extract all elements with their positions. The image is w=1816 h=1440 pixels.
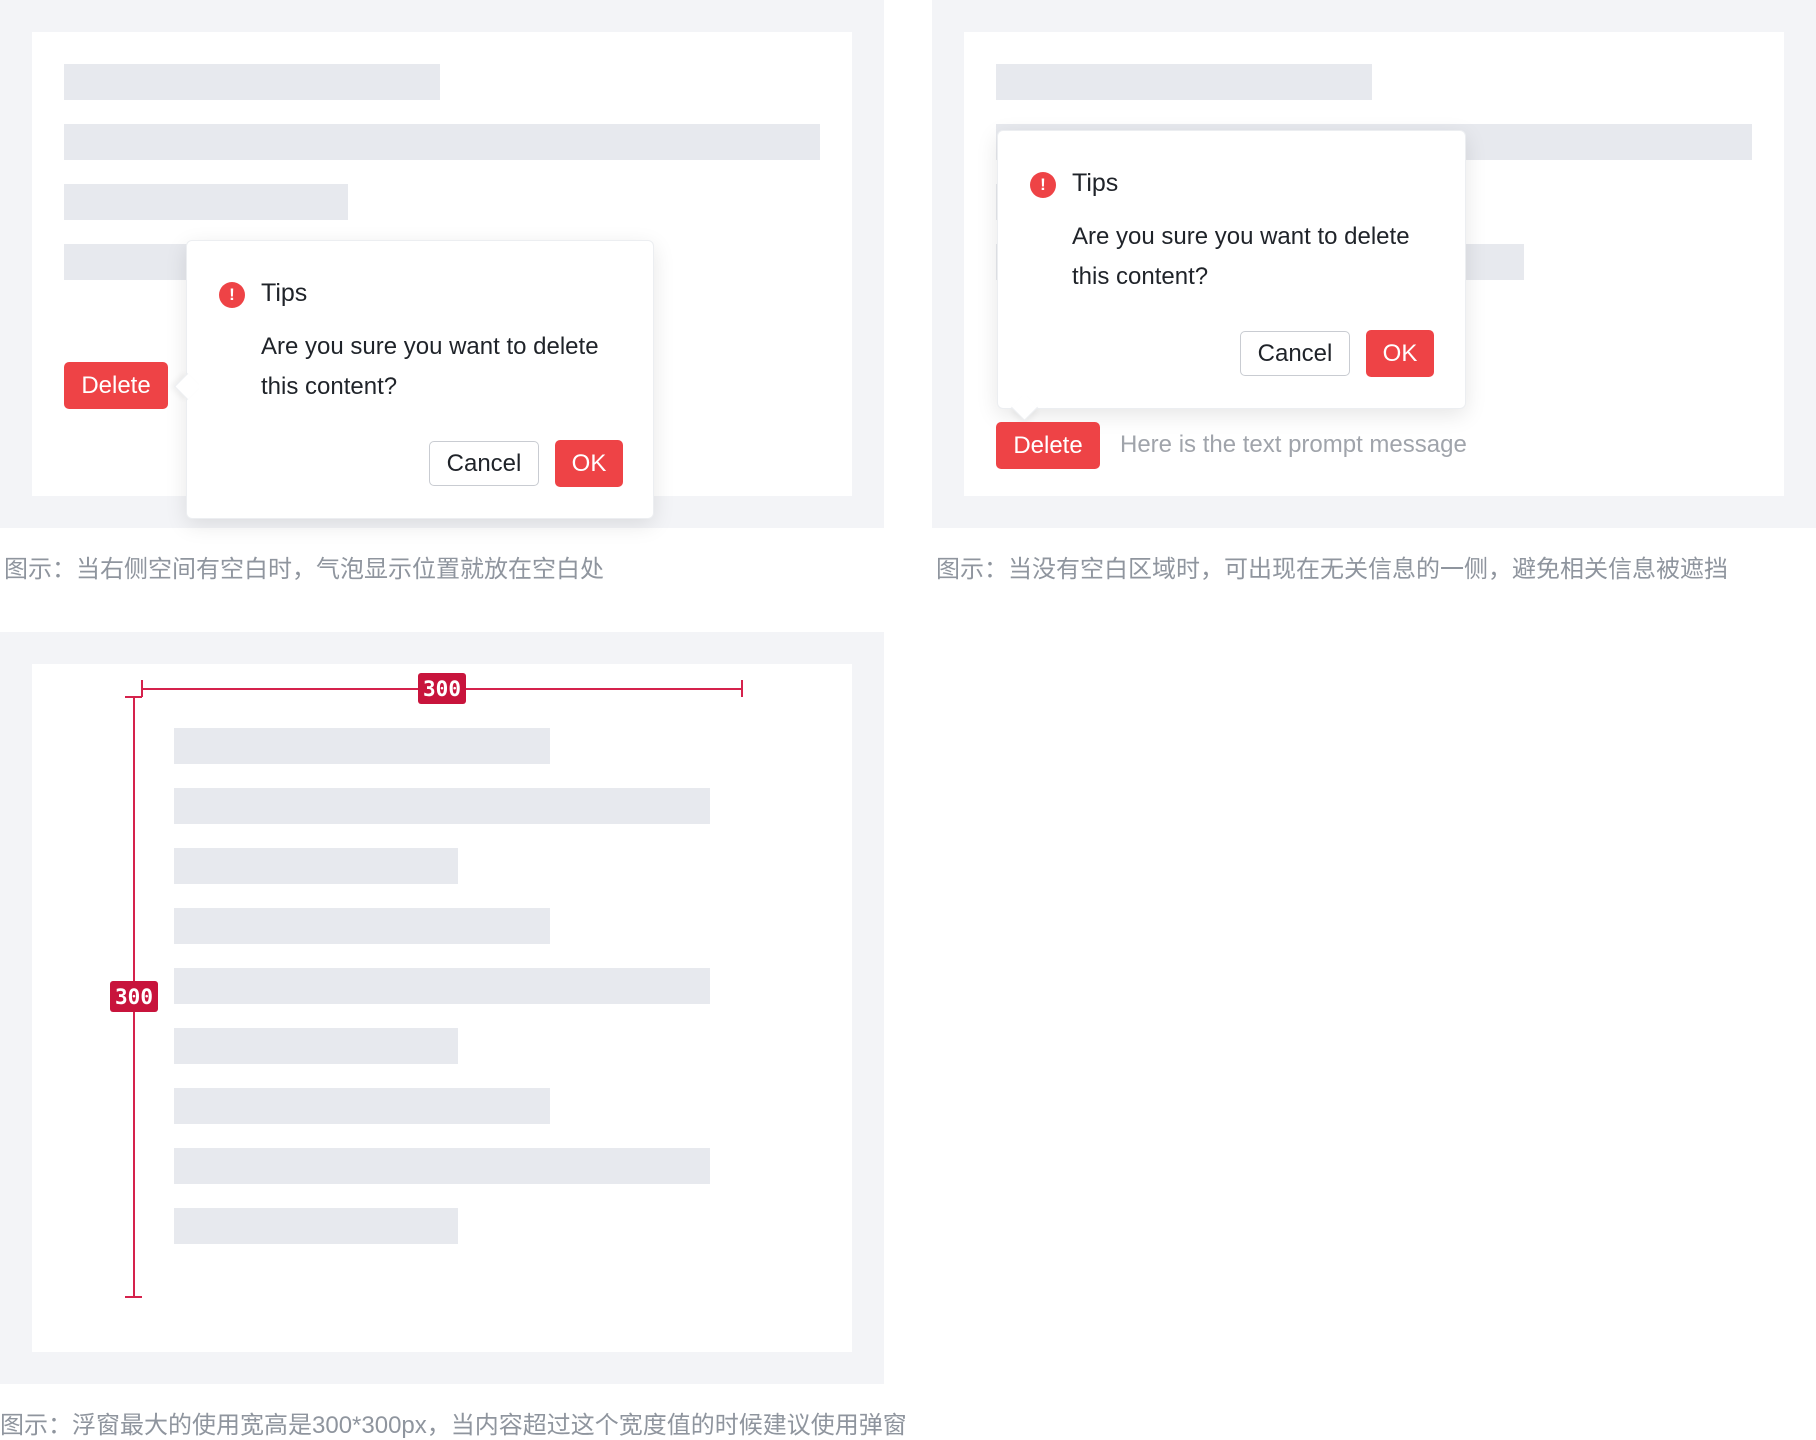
delete-button[interactable]: Delete xyxy=(996,422,1100,469)
popconfirm-title: Tips xyxy=(261,279,308,307)
popconfirm-message-line: this content? xyxy=(1072,263,1209,290)
ok-button[interactable]: OK xyxy=(555,440,623,487)
ok-button[interactable]: OK xyxy=(1366,330,1434,377)
skeleton-bar xyxy=(64,64,440,100)
width-dimension-label: 300 xyxy=(418,673,466,704)
height-dimension-tick xyxy=(125,1296,142,1298)
popconfirm-message-line: Are you sure you want to delete xyxy=(261,333,599,360)
skeleton-bar xyxy=(174,1148,710,1184)
skeleton-bar xyxy=(174,1208,458,1244)
caption: 图示：当没有空白区域时，可出现在无关信息的一侧，避免相关信息被遮挡 xyxy=(936,556,1728,583)
popconfirm-message-line: Are you sure you want to delete xyxy=(1072,223,1410,250)
caption: 图示：浮窗最大的使用宽高是300*300px，当内容超过这个宽度值的时候建议使用… xyxy=(0,1412,907,1439)
cancel-button[interactable]: Cancel xyxy=(1240,331,1350,376)
skeleton-bar xyxy=(996,64,1372,100)
skeleton-bar xyxy=(174,848,458,884)
caption: 图示：当右侧空间有空白时，气泡显示位置就放在空白处 xyxy=(4,556,604,583)
skeleton-bar xyxy=(64,184,348,220)
hint-text: Here is the text prompt message xyxy=(1120,431,1467,458)
popconfirm: ! Tips Are you sure you want to delete t… xyxy=(186,240,654,519)
width-dimension-tick xyxy=(741,680,743,697)
skeleton-bar xyxy=(174,728,550,764)
delete-button[interactable]: Delete xyxy=(64,362,168,409)
skeleton-bar xyxy=(64,124,820,160)
height-dimension-label: 300 xyxy=(110,981,158,1012)
popconfirm: ! Tips Are you sure you want to delete t… xyxy=(997,130,1466,409)
skeleton-bar xyxy=(174,788,710,824)
skeleton-bar xyxy=(64,244,204,280)
skeleton-bar xyxy=(174,1088,550,1124)
skeleton-bar xyxy=(174,908,550,944)
height-dimension-tick xyxy=(125,696,142,698)
width-dimension-tick xyxy=(141,680,143,697)
exclamation-circle-icon: ! xyxy=(1030,172,1056,198)
popconfirm-message: Are you sure you want to delete this con… xyxy=(261,327,599,407)
cancel-button[interactable]: Cancel xyxy=(429,441,539,486)
skeleton-bar xyxy=(174,968,710,1004)
exclamation-circle-icon: ! xyxy=(219,282,245,308)
skeleton-bar xyxy=(174,1028,458,1064)
popconfirm-message-line: this content? xyxy=(261,373,398,400)
popconfirm-message: Are you sure you want to delete this con… xyxy=(1072,217,1410,297)
popconfirm-title: Tips xyxy=(1072,169,1119,197)
